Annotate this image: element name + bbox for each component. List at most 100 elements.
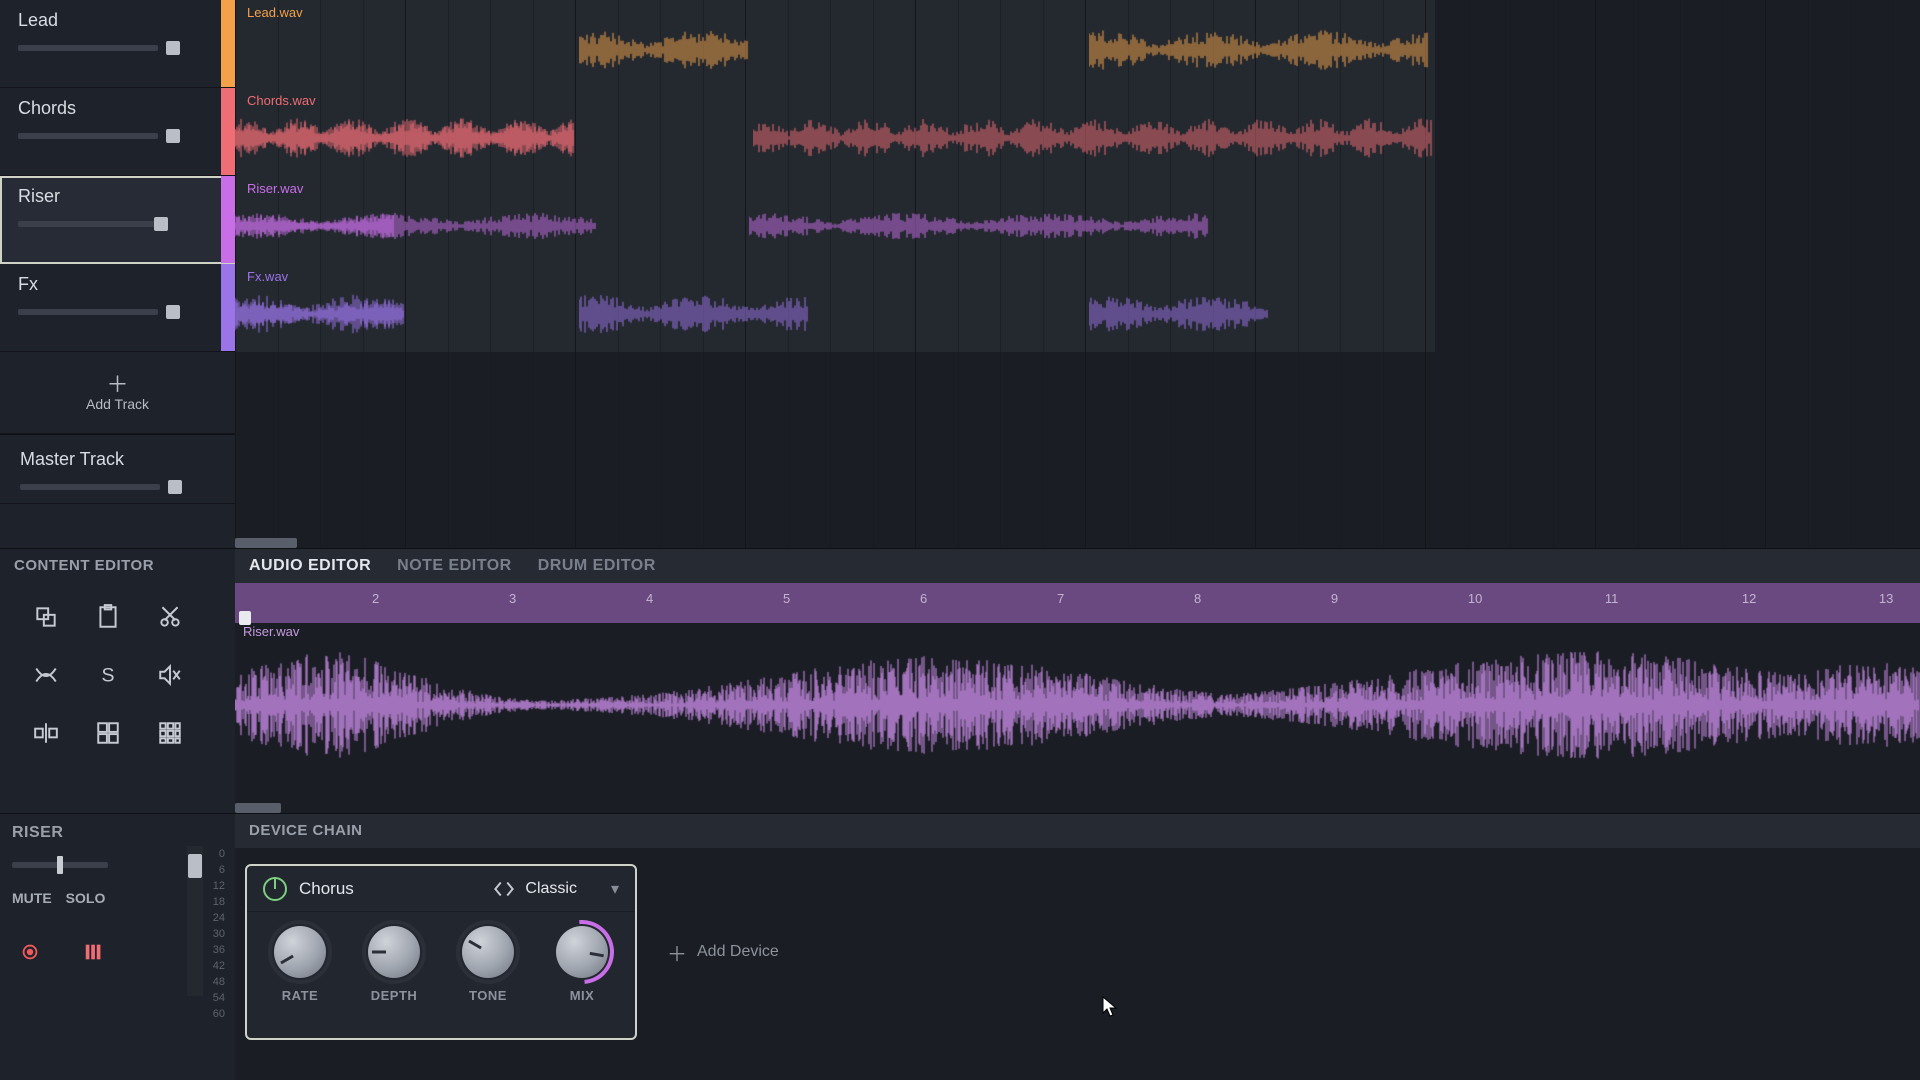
record-arm-icon[interactable] xyxy=(12,934,48,970)
ruler-tick: 10 xyxy=(1468,591,1482,606)
ruler-tick: 7 xyxy=(1057,591,1064,606)
track-fader[interactable] xyxy=(20,484,160,490)
meter-scale: 06121824303642485460 xyxy=(207,846,225,1022)
track-color xyxy=(221,264,235,351)
piano-keys-icon[interactable] xyxy=(76,934,112,970)
fader-thumb[interactable] xyxy=(166,129,180,143)
clip-waveform[interactable] xyxy=(579,292,809,336)
knob-mix[interactable]: MIX xyxy=(556,926,608,1003)
track-fader[interactable] xyxy=(18,309,158,315)
fader-thumb[interactable] xyxy=(166,41,180,55)
audio-editor-scrollbar[interactable] xyxy=(235,803,281,813)
ruler-tick: 11 xyxy=(1605,591,1619,606)
track-lead[interactable]: Lead xyxy=(0,0,235,88)
device-power-icon[interactable] xyxy=(263,877,287,901)
add-device-button[interactable]: ＋ Add Device xyxy=(667,938,779,967)
split-icon[interactable] xyxy=(18,707,74,759)
quantize-icon[interactable] xyxy=(80,707,136,759)
ruler-tick: 8 xyxy=(1194,591,1201,606)
track-label: Lead xyxy=(18,10,221,31)
mute-icon[interactable] xyxy=(142,649,198,701)
duplicate-icon[interactable] xyxy=(18,591,74,643)
tab-drum-editor[interactable]: DRUM EDITOR xyxy=(538,557,656,575)
paste-icon[interactable] xyxy=(80,591,136,643)
clip-label: Fx.wav xyxy=(243,268,292,285)
channel-strip: RISER MUTE SOLO 061218243036424 xyxy=(0,814,235,1080)
track-color xyxy=(221,88,235,175)
track-label: Riser xyxy=(18,186,221,207)
add-device-label: Add Device xyxy=(697,943,779,961)
clip-label: Riser.wav xyxy=(243,180,307,197)
preset-prev-next-icon[interactable] xyxy=(491,876,517,902)
fader-thumb[interactable] xyxy=(154,217,168,231)
device-chain-title: DEVICE CHAIN xyxy=(235,814,1920,848)
track-list: Lead Chords Riser Fx ＋ Add Track Master T… xyxy=(0,0,235,548)
fader-thumb[interactable] xyxy=(166,305,180,319)
solo-button[interactable]: SOLO xyxy=(66,890,106,906)
arrangement-view[interactable]: Lead.wav Chords.wav Riser.wav Fx.wav xyxy=(235,0,1920,548)
clip-waveform[interactable] xyxy=(1089,28,1429,72)
knob-label: DEPTH xyxy=(371,988,418,1003)
grid-icon[interactable] xyxy=(142,707,198,759)
editor-tabs: AUDIO EDITOR NOTE EDITOR DRUM EDITOR xyxy=(235,549,1920,583)
clip-label: Lead.wav xyxy=(243,4,307,21)
svg-text:S: S xyxy=(101,665,114,687)
track-fader[interactable] xyxy=(18,133,158,139)
plus-icon: ＋ xyxy=(667,938,687,967)
solo-icon[interactable]: S xyxy=(80,649,136,701)
clip-waveform[interactable] xyxy=(749,204,1209,248)
knob-label: TONE xyxy=(469,988,507,1003)
volume-meter[interactable] xyxy=(187,846,203,996)
cut-icon[interactable] xyxy=(142,591,198,643)
volume-fader-thumb[interactable] xyxy=(188,854,202,878)
arrangement-scrollbar[interactable] xyxy=(235,538,297,548)
chevron-down-icon[interactable]: ▾ xyxy=(611,879,619,899)
knob-rate[interactable]: RATE xyxy=(274,926,326,1003)
fader-thumb[interactable] xyxy=(168,480,182,494)
audio-editor-clip-label: Riser.wav xyxy=(243,624,299,639)
track-fader[interactable] xyxy=(18,221,158,227)
balance-slider[interactable] xyxy=(12,862,108,868)
track-chords[interactable]: Chords xyxy=(0,88,235,176)
audio-editor-waveform xyxy=(235,645,1920,765)
ruler-tick: 13 xyxy=(1879,591,1893,606)
track-label: Fx xyxy=(18,274,221,295)
device-preset[interactable]: Classic xyxy=(525,880,577,898)
device-name: Chorus xyxy=(299,879,354,899)
knob-tone[interactable]: TONE xyxy=(462,926,514,1003)
knob-label: MIX xyxy=(570,988,595,1003)
mute-button[interactable]: MUTE xyxy=(12,890,52,906)
track-color xyxy=(221,0,235,87)
crossfade-icon[interactable] xyxy=(18,649,74,701)
track-color xyxy=(221,176,235,263)
track-label: Master Track xyxy=(20,449,221,470)
audio-editor[interactable]: 2345678910111213 Riser.wav xyxy=(235,583,1920,813)
add-track-label: Add Track xyxy=(86,396,149,412)
ruler-tick: 12 xyxy=(1742,591,1756,606)
plus-icon: ＋ xyxy=(106,374,128,396)
clip-waveform[interactable] xyxy=(1089,292,1269,336)
track-riser[interactable]: Riser xyxy=(0,176,235,264)
balance-thumb[interactable] xyxy=(57,856,63,874)
clip-label: Chords.wav xyxy=(243,92,320,109)
add-track-button[interactable]: ＋ Add Track xyxy=(0,352,235,434)
ruler-tick: 9 xyxy=(1331,591,1338,606)
audio-editor-ruler[interactable]: 2345678910111213 xyxy=(235,583,1920,623)
ruler-tick: 4 xyxy=(646,591,653,606)
tab-note-editor[interactable]: NOTE EDITOR xyxy=(397,557,512,575)
clip-waveform[interactable] xyxy=(753,116,1433,160)
track-fx[interactable]: Fx xyxy=(0,264,235,352)
ruler-tick: 5 xyxy=(783,591,790,606)
knob-depth[interactable]: DEPTH xyxy=(368,926,420,1003)
device-chorus[interactable]: Chorus Classic ▾ RATE xyxy=(245,864,637,1040)
master-track[interactable]: Master Track xyxy=(0,434,235,504)
tab-audio-editor[interactable]: AUDIO EDITOR xyxy=(249,557,371,575)
track-fader[interactable] xyxy=(18,45,158,51)
clip-waveform[interactable] xyxy=(579,28,749,72)
ruler-tick: 6 xyxy=(920,591,927,606)
ruler-tick: 2 xyxy=(372,591,379,606)
knob-label: RATE xyxy=(282,988,318,1003)
content-editor-title: CONTENT EDITOR xyxy=(0,549,235,583)
audio-editor-playhead[interactable] xyxy=(239,611,251,625)
track-label: Chords xyxy=(18,98,221,119)
